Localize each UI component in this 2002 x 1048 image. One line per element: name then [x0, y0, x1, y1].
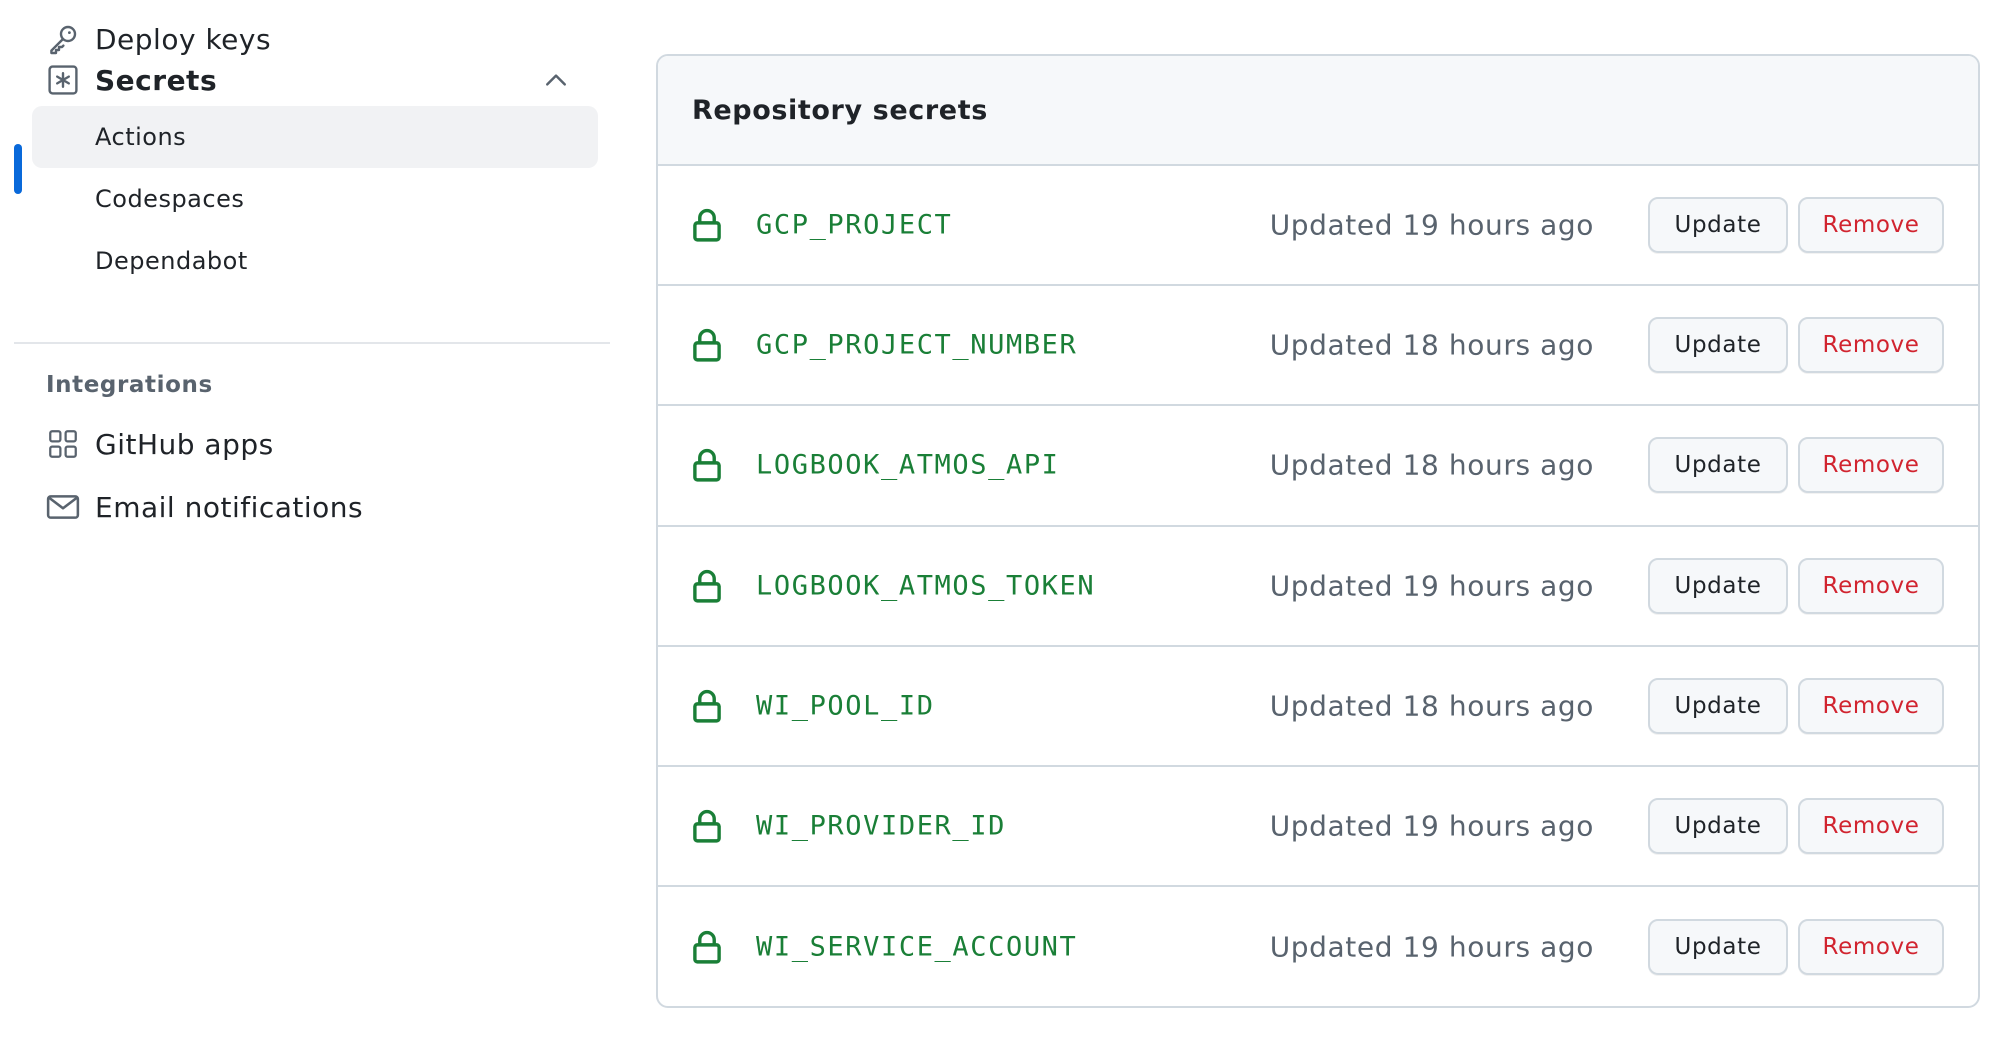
remove-secret-button[interactable]: Remove	[1798, 317, 1944, 374]
secret-name: WI_PROVIDER_ID	[756, 810, 1006, 842]
sidebar-item-label: Dependabot	[95, 247, 248, 275]
apps-grid-icon	[46, 427, 80, 461]
repository-secrets-panel: Repository secrets GCP_PROJECT Updated 1…	[656, 54, 1980, 1008]
remove-secret-button[interactable]: Remove	[1798, 197, 1944, 254]
update-secret-button[interactable]: Update	[1648, 798, 1788, 855]
lock-icon	[692, 328, 722, 362]
panel-title: Repository secrets	[692, 94, 988, 126]
settings-page: Deploy keys Secrets Actions Codespaces D…	[0, 0, 2002, 1048]
secret-updated-time: Updated 19 hours ago	[1269, 569, 1594, 603]
sidebar-subitem-dependabot[interactable]: Dependabot	[32, 230, 598, 292]
secret-updated-time: Updated 19 hours ago	[1269, 208, 1594, 242]
secret-updated-time: Updated 19 hours ago	[1269, 809, 1594, 843]
lock-icon	[692, 569, 722, 603]
update-secret-button[interactable]: Update	[1648, 437, 1788, 494]
secret-row: LOGBOOK_ATMOS_TOKEN Updated 19 hours ago…	[658, 527, 1978, 647]
secret-name: WI_POOL_ID	[756, 690, 935, 722]
update-secret-button[interactable]: Update	[1648, 557, 1788, 614]
secret-updated-time: Updated 18 hours ago	[1269, 328, 1594, 362]
update-secret-button[interactable]: Update	[1648, 919, 1788, 976]
remove-secret-button[interactable]: Remove	[1798, 557, 1944, 614]
secret-row: WI_POOL_ID Updated 18 hours ago Update R…	[658, 647, 1978, 767]
remove-secret-button[interactable]: Remove	[1798, 798, 1944, 855]
mail-icon	[46, 490, 80, 524]
sidebar-item-label: Codespaces	[95, 185, 245, 213]
sidebar-item-secrets[interactable]: Secrets	[32, 49, 598, 111]
settings-sidebar: Deploy keys Secrets Actions Codespaces D…	[0, 0, 620, 1048]
secret-row: GCP_PROJECT_NUMBER Updated 18 hours ago …	[658, 286, 1978, 407]
secret-row: LOGBOOK_ATMOS_API Updated 18 hours ago U…	[658, 406, 1978, 527]
lock-icon	[692, 689, 722, 723]
active-indicator	[14, 144, 22, 194]
remove-secret-button[interactable]: Remove	[1798, 919, 1944, 976]
panel-header: Repository secrets	[658, 56, 1978, 166]
sidebar-item-label: GitHub apps	[95, 427, 274, 461]
update-secret-button[interactable]: Update	[1648, 677, 1788, 734]
chevron-up-icon[interactable]	[542, 66, 570, 94]
secret-name: GCP_PROJECT_NUMBER	[756, 329, 1078, 361]
secret-updated-time: Updated 19 hours ago	[1269, 930, 1594, 964]
sidebar-item-label: Email notifications	[95, 490, 364, 524]
lock-icon	[692, 208, 722, 242]
secret-updated-time: Updated 18 hours ago	[1269, 448, 1594, 482]
lock-icon	[692, 448, 722, 483]
sidebar-divider	[14, 342, 610, 344]
secret-name: WI_SERVICE_ACCOUNT	[756, 931, 1078, 963]
sidebar-item-label: Actions	[95, 123, 187, 151]
sidebar-item-email-notifications[interactable]: Email notifications	[32, 476, 598, 538]
sidebar-subitem-actions[interactable]: Actions	[32, 106, 598, 168]
secret-row: WI_PROVIDER_ID Updated 19 hours ago Upda…	[658, 767, 1978, 888]
update-secret-button[interactable]: Update	[1648, 197, 1788, 254]
secret-name: LOGBOOK_ATMOS_TOKEN	[756, 570, 1096, 602]
asterisk-box-icon	[46, 63, 80, 97]
secret-row: GCP_PROJECT Updated 19 hours ago Update …	[658, 166, 1978, 287]
secret-list: GCP_PROJECT Updated 19 hours ago Update …	[658, 166, 1978, 1006]
secret-name: LOGBOOK_ATMOS_API	[756, 449, 1060, 481]
secret-row: WI_SERVICE_ACCOUNT Updated 19 hours ago …	[658, 887, 1978, 1006]
sidebar-item-label: Secrets	[95, 63, 218, 97]
lock-icon	[692, 809, 722, 843]
sidebar-item-github-apps[interactable]: GitHub apps	[32, 413, 598, 475]
update-secret-button[interactable]: Update	[1648, 317, 1788, 374]
remove-secret-button[interactable]: Remove	[1798, 437, 1944, 494]
lock-icon	[692, 930, 722, 964]
secret-updated-time: Updated 18 hours ago	[1269, 689, 1594, 723]
remove-secret-button[interactable]: Remove	[1798, 677, 1944, 734]
sidebar-subitem-codespaces[interactable]: Codespaces	[32, 168, 598, 230]
secret-name: GCP_PROJECT	[756, 209, 953, 241]
sidebar-section-heading: Integrations	[46, 372, 213, 398]
